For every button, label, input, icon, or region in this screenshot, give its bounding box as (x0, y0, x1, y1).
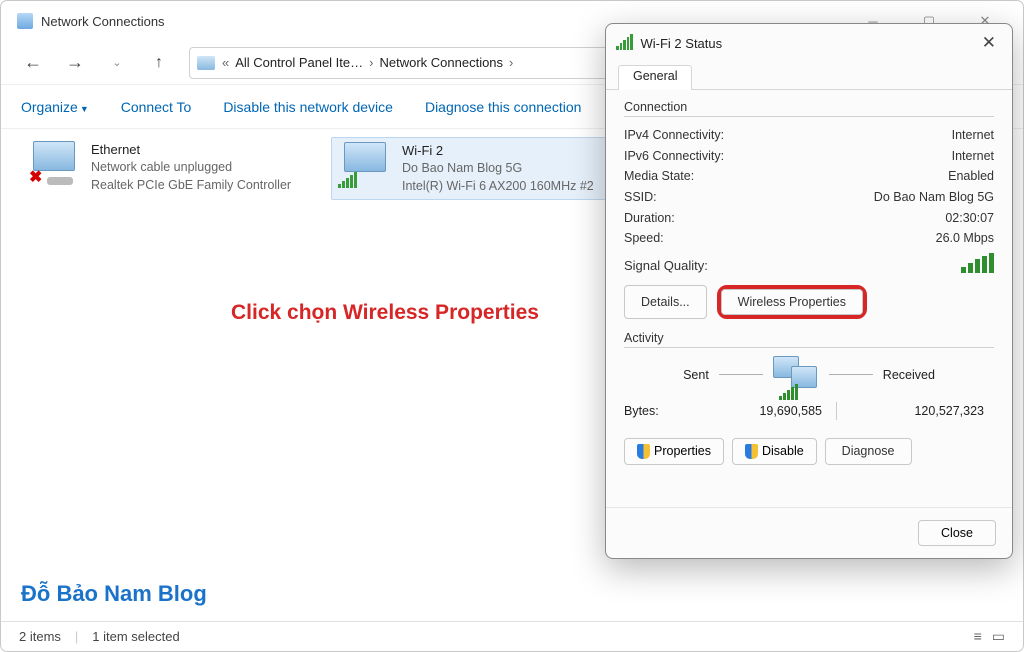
signal-icon (616, 36, 633, 50)
dialog-close-button[interactable]: ✕ (976, 33, 1002, 53)
chevron-right-icon: › (509, 55, 513, 70)
details-button[interactable]: Details... (624, 285, 707, 319)
speed-value: 26.0 Mbps (936, 228, 994, 249)
dialog-tabs: General (606, 64, 1012, 90)
adapter-status: Network cable unplugged (91, 159, 325, 177)
signal-quality-icon (961, 253, 994, 273)
location-icon (196, 56, 216, 70)
duration-value: 02:30:07 (945, 208, 994, 229)
media-state-value: Enabled (948, 166, 994, 187)
view-details-icon[interactable]: ▭ (992, 628, 1005, 645)
ipv6-label: IPv6 Connectivity: (624, 146, 724, 167)
adapter-device: Realtek PCIe GbE Family Controller (91, 177, 325, 195)
ssid-label: SSID: (624, 187, 657, 208)
adapter-item-ethernet[interactable]: ✖ Ethernet Network cable unplugged Realt… (21, 137, 331, 200)
chevron-right-icon: › (369, 55, 373, 70)
up-button[interactable]: ↑ (147, 54, 171, 72)
connect-to-button[interactable]: Connect To (121, 99, 192, 115)
dialog-title: Wi-Fi 2 Status (641, 36, 976, 51)
forward-button[interactable]: → (63, 52, 87, 73)
dialog-titlebar: Wi-Fi 2 Status ✕ (606, 24, 1012, 62)
wifi-icon (338, 142, 392, 188)
adapter-name: Ethernet (91, 141, 325, 159)
statusbar: 2 items | 1 item selected ≡ ▭ (1, 621, 1023, 651)
adapter-status: Do Bao Nam Blog 5G (402, 160, 634, 178)
signal-quality-label: Signal Quality: (624, 258, 708, 273)
computers-icon (773, 356, 819, 394)
activity-section-label: Activity (624, 331, 994, 345)
received-label: Received (883, 368, 935, 382)
close-button[interactable]: Close (918, 520, 996, 546)
ipv4-label: IPv4 Connectivity: (624, 125, 724, 146)
shield-icon (637, 444, 650, 459)
view-list-icon[interactable]: ≡ (974, 628, 982, 645)
tab-general[interactable]: General (618, 65, 692, 90)
network-connections-window: Network Connections ─ ▢ ✕ ← → ⌄ ↑ « All … (0, 0, 1024, 652)
organize-menu[interactable]: Organize▼ (21, 99, 89, 115)
instruction-annotation: Click chọn Wireless Properties (231, 301, 539, 325)
wireless-properties-highlight: Wireless Properties (717, 285, 867, 319)
adapter-device: Intel(R) Wi-Fi 6 AX200 160MHz #2 (402, 178, 634, 196)
wireless-properties-button[interactable]: Wireless Properties (721, 289, 863, 315)
bytes-label: Bytes: (624, 404, 704, 418)
bytes-received-value: 120,527,323 (837, 404, 994, 418)
shield-icon (745, 444, 758, 459)
connection-section-label: Connection (624, 100, 994, 114)
activity-diagram: Sent Received (624, 356, 994, 394)
disable-device-button[interactable]: Disable this network device (223, 99, 393, 115)
watermark: Đỗ Bảo Nam Blog (21, 581, 207, 607)
wifi-status-dialog: Wi-Fi 2 Status ✕ General Connection IPv4… (605, 23, 1013, 559)
back-button[interactable]: ← (21, 52, 45, 73)
recent-dropdown[interactable]: ⌄ (105, 56, 129, 69)
bytes-sent-value: 19,690,585 (704, 404, 836, 418)
selection-count: 1 item selected (92, 629, 179, 644)
app-icon (17, 13, 33, 29)
ipv4-value: Internet (952, 125, 994, 146)
properties-button[interactable]: Properties (624, 438, 724, 465)
sent-label: Sent (683, 368, 709, 382)
breadcrumb-sep-icon: « (222, 55, 229, 70)
duration-label: Duration: (624, 208, 675, 229)
breadcrumb-item-1[interactable]: All Control Panel Ite… (235, 55, 363, 70)
ipv6-value: Internet (952, 146, 994, 167)
adapter-item-wifi[interactable]: Wi-Fi 2 Do Bao Nam Blog 5G Intel(R) Wi-F… (331, 137, 641, 200)
disable-button[interactable]: Disable (732, 438, 817, 465)
item-count: 2 items (19, 629, 61, 644)
ssid-value: Do Bao Nam Blog 5G (874, 187, 994, 208)
breadcrumb-item-2[interactable]: Network Connections (379, 55, 503, 70)
speed-label: Speed: (624, 228, 664, 249)
ethernet-icon: ✖ (27, 141, 81, 187)
media-state-label: Media State: (624, 166, 694, 187)
diagnose-button[interactable]: Diagnose (825, 438, 912, 465)
adapter-name: Wi-Fi 2 (402, 142, 634, 160)
diagnose-connection-button[interactable]: Diagnose this connection (425, 99, 581, 115)
